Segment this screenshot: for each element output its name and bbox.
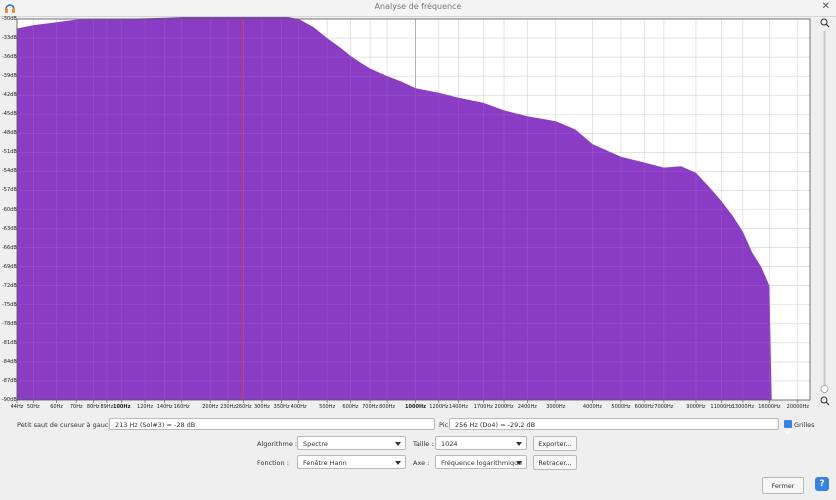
x-tick-label: 6000Hz	[634, 404, 654, 410]
x-tick-label: 50Hz	[26, 404, 40, 410]
peak-label: Pic	[439, 421, 449, 429]
x-tick-label: 3000Hz	[546, 404, 566, 410]
y-tick-label: -63dB	[2, 225, 17, 232]
y-tick-label: -48dB	[2, 130, 17, 137]
algorithm-value: Spectre	[303, 440, 328, 448]
x-tick-label: 44Hz	[10, 404, 24, 410]
export-button[interactable]: Exporter...	[533, 436, 577, 451]
y-tick-label: -39dB	[2, 73, 17, 80]
x-tick-label: 700Hz	[362, 404, 379, 410]
x-tick-label: 89Hz	[100, 404, 114, 410]
close-button[interactable]: Fermer	[762, 477, 804, 494]
y-tick-label: -87dB	[2, 377, 17, 384]
y-tick-label: -81dB	[2, 339, 17, 346]
grids-label: Grilles	[794, 421, 815, 429]
y-tick-label: -57dB	[2, 187, 17, 194]
y-tick-label: -36dB	[2, 54, 17, 61]
x-tick-label: 20000Hz	[786, 404, 809, 410]
x-tick-label: 13000Hz	[731, 404, 755, 410]
help-button[interactable]: ?	[815, 477, 829, 491]
x-tick-label: 300Hz	[253, 404, 270, 410]
x-tick-label: 11000Hz	[710, 404, 733, 410]
x-tick-label: 80Hz	[86, 404, 100, 410]
axis-value: Fréquence logarithmique	[441, 459, 523, 467]
y-tick-label: -75dB	[2, 301, 17, 308]
x-tick-label: 200Hz	[202, 404, 219, 410]
y-tick-label: -66dB	[2, 244, 17, 251]
y-tick-label: -51dB	[2, 149, 17, 156]
x-tick-label: 4000Hz	[582, 404, 603, 410]
y-tick-label: -45dB	[2, 111, 17, 118]
function-value: Fenêtre Hann	[303, 459, 347, 467]
x-tick-label: 120Hz	[137, 404, 153, 410]
spectrum-chart[interactable]	[0, 17, 814, 417]
x-tick-label: 1200Hz	[429, 404, 449, 410]
x-tick-label: 70Hz	[69, 404, 83, 410]
x-tick-label: 260Hz	[235, 404, 252, 410]
x-tick-label: 9000Hz	[686, 404, 706, 410]
x-tick-label: 600Hz	[342, 404, 359, 410]
grids-checkbox[interactable]	[784, 420, 792, 434]
x-tick-label: 1700Hz	[473, 404, 493, 410]
y-tick-label: -54dB	[2, 168, 17, 175]
size-select[interactable]: 1024	[435, 436, 527, 450]
cursor-readout-field: 213 Hz (Sol#3) = -28 dB	[109, 418, 435, 430]
chevron-down-icon	[516, 461, 522, 465]
x-tick-label: 16000Hz	[758, 404, 781, 410]
x-tick-label: 350Hz	[273, 404, 290, 410]
size-value: 1024	[441, 440, 458, 448]
function-label: Fonction :	[257, 459, 289, 467]
replot-button[interactable]: Retracer...	[533, 455, 577, 470]
x-tick-label: 160Hz	[173, 404, 190, 410]
x-tick-label: 2400Hz	[517, 404, 537, 410]
zoom-out-icon[interactable]	[820, 18, 830, 28]
y-tick-label: -33dB	[2, 35, 17, 42]
x-tick-label: 100Hz	[112, 404, 131, 410]
x-tick-label: 1000Hz	[405, 404, 427, 410]
x-tick-label: 2000Hz	[494, 404, 514, 410]
zoom-in-icon[interactable]	[820, 396, 830, 406]
size-label: Taille :	[413, 440, 434, 448]
y-tick-label: -60dB	[2, 206, 17, 213]
y-tick-label: -90dB	[2, 397, 17, 403]
cursor-label: Petit saut de curseur à gauche	[17, 421, 117, 429]
x-tick-label: 140Hz	[156, 404, 173, 410]
y-tick-label: -78dB	[2, 320, 17, 327]
zoom-slider-handle[interactable]	[820, 385, 829, 393]
y-tick-label: -42dB	[2, 92, 17, 99]
x-tick-label: 230Hz	[220, 404, 236, 410]
x-tick-label: 500Hz	[319, 404, 336, 410]
y-tick-label: -72dB	[2, 282, 17, 289]
x-tick-label: 400Hz	[290, 404, 307, 410]
chevron-down-icon	[395, 461, 401, 465]
x-tick-label: 60Hz	[50, 404, 63, 410]
y-tick-label: -69dB	[2, 263, 17, 270]
x-tick-label: 800Hz	[379, 404, 396, 410]
x-tick-label: 7000Hz	[654, 404, 674, 410]
spectrum-plot[interactable]: -30dB -33dB -36dB -39dB -42dB -45dB -48dB -51dB…	[0, 16, 814, 417]
peak-readout-field: 256 Hz (Do4) = -29,2 dB	[449, 418, 779, 430]
window-title: Analyse de fréquence	[374, 2, 462, 11]
zoom-slider[interactable]	[816, 17, 834, 412]
checkmark-icon	[785, 428, 791, 434]
algorithm-select[interactable]: Spectre	[297, 436, 406, 450]
close-window-icon[interactable]: ✕	[822, 1, 830, 12]
title-bar: Analyse de fréquence ✕	[0, 0, 836, 17]
chevron-down-icon	[516, 442, 522, 446]
algorithm-label: Algorithme :	[257, 440, 298, 448]
x-tick-label: 5000Hz	[611, 404, 631, 410]
chevron-down-icon	[395, 442, 401, 446]
x-tick-label: 1400Hz	[448, 404, 469, 410]
axis-label: Axe :	[413, 459, 430, 467]
axis-select[interactable]: Fréquence logarithmique	[435, 455, 527, 469]
y-tick-label: -84dB	[2, 358, 17, 365]
y-tick-label: -30dB	[2, 16, 17, 22]
function-select[interactable]: Fenêtre Hann	[297, 455, 406, 469]
